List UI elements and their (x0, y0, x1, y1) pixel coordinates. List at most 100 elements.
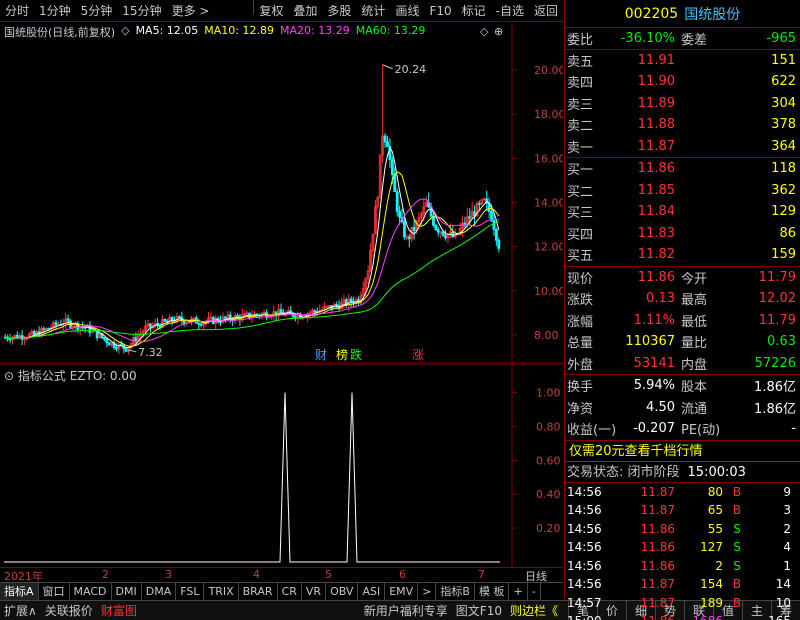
indicator-tab[interactable]: OBV (326, 582, 359, 601)
tick-count: 3 (783, 503, 791, 518)
f10-button[interactable]: 图文F10 (452, 602, 506, 619)
y-tick-label: 14.00 (534, 197, 563, 210)
candle-body (444, 234, 447, 239)
indicator-tab[interactable]: BRAR (239, 582, 278, 601)
indicator-tab[interactable]: EMV (385, 582, 419, 601)
book-volume: 364 (771, 138, 796, 154)
toolbar-stats[interactable]: 统计 (356, 0, 390, 22)
quote-value: 57226 (754, 355, 796, 371)
indicator-tab[interactable]: 模 板 (475, 582, 510, 601)
tick-volume: 55 (707, 521, 723, 536)
book-price: 11.88 (637, 117, 675, 133)
toolbar-multi-stock[interactable]: 多股 (322, 0, 356, 22)
tick-direction: S (733, 558, 741, 573)
indicator-tab[interactable]: DMA (142, 582, 177, 601)
order-book-row[interactable]: 买四 11.83 86 (565, 223, 800, 245)
order-book-row[interactable]: 卖五 11.91 151 (565, 50, 800, 72)
weibi-value: -36.10% (620, 30, 675, 46)
new-user-promo[interactable]: 新用户福利专享 (360, 602, 452, 619)
order-book-row[interactable]: 卖一 11.87 364 (565, 136, 800, 158)
y-tick-label: 0.80 (536, 420, 561, 433)
tick-count: 10 (775, 595, 791, 610)
book-volume: 129 (771, 204, 796, 220)
chart-diamond-icon[interactable]: ◇ (480, 25, 488, 38)
expand-button[interactable]: 扩展∧ (0, 602, 41, 619)
y-tick-label: 10.00 (534, 285, 563, 298)
tick-row: 14:56 11.87 154 B 14 (565, 575, 800, 594)
toolbar-5min[interactable]: 5分钟 (76, 0, 118, 22)
fund-label: 净资 (567, 401, 594, 417)
indicator-tab[interactable]: 指标B (436, 582, 475, 601)
indicator-tab[interactable]: VR (302, 582, 327, 601)
kline-svg[interactable]: 20.00 18.00 16.00 14.00 12.00 10.00 8.00 20.24 7… (0, 22, 563, 364)
sidebar-toggle[interactable]: 则边栏《 (506, 602, 562, 619)
toolbar-intraday[interactable]: 分时 (0, 0, 34, 22)
x-tick: 2 (102, 568, 109, 581)
related-quote-button[interactable]: 关联报价 (41, 602, 97, 619)
tick-time: 14:56 (567, 577, 602, 592)
toolbar-overlay[interactable]: 叠加 (288, 0, 322, 22)
quote-value: 11.79 (758, 269, 796, 285)
indicator-tab[interactable]: + (509, 582, 528, 601)
y-tick-label: 18.00 (534, 108, 563, 121)
legend-collapse-icon[interactable]: ◇ (121, 24, 129, 40)
wealth-chart-button[interactable]: 财富图 (97, 602, 141, 619)
order-book-row[interactable]: 买一 11.86 118 (565, 158, 800, 180)
toolbar-more[interactable]: 更多 > (167, 0, 215, 22)
quote-label: 总量 (567, 336, 594, 352)
quote-value: 0.63 (767, 334, 796, 350)
candle-body (403, 221, 406, 238)
tick-list[interactable]: 14:56 11.87 80 B 9 14:56 11.87 65 B 3 14:56 11.86 55… (565, 483, 800, 620)
tick-price: 11.86 (640, 540, 675, 555)
toolbar-15min[interactable]: 15分钟 (117, 0, 166, 22)
indicator-tab[interactable]: MACD (70, 582, 112, 601)
toolbar-1min[interactable]: 1分钟 (34, 0, 76, 22)
tick-price: 11.87 (640, 503, 675, 518)
toolbar-f10[interactable]: F10 (424, 0, 456, 22)
candle-body (124, 348, 128, 352)
indicator-tab[interactable]: DMI (112, 582, 142, 601)
stock-name[interactable]: 国统股份 (684, 4, 740, 24)
toolbar-remove-watchlist[interactable]: -自选 (491, 0, 529, 22)
indicator-tab[interactable]: > (418, 582, 437, 601)
order-book-row[interactable]: 买二 11.85 362 (565, 180, 800, 202)
chart-zoom-icon[interactable]: ⊕ (494, 25, 503, 38)
indicator-tab[interactable]: ASI (358, 582, 386, 601)
order-book-row[interactable]: 卖二 11.88 378 (565, 114, 800, 136)
indicator-panel[interactable]: 1.00 0.80 0.60 0.40 0.20 ⊙ 指标公式 EZTO: 0.00 (0, 363, 563, 567)
indicator-tab[interactable]: 指标A (0, 582, 39, 601)
book-level-label: 卖三 (567, 97, 594, 113)
book-price: 11.91 (637, 52, 675, 68)
candle-body (497, 239, 501, 249)
tick-time: 14:56 (567, 484, 602, 499)
indicator-tab[interactable]: - (528, 582, 541, 601)
high-marker (382, 64, 393, 70)
order-book-row[interactable]: 买三 11.84 129 (565, 201, 800, 223)
order-book-row[interactable]: 卖三 11.89 304 (565, 93, 800, 115)
tick-row: 14:57 11.87 189 B 10 (565, 594, 800, 613)
toolbar-mark[interactable]: 标记 (457, 0, 491, 22)
toolbar-draw[interactable]: 画线 (390, 0, 424, 22)
candle-body (429, 206, 433, 217)
toolbar-adjust[interactable]: 复权 (254, 0, 288, 22)
quote-value: 12.02 (758, 291, 796, 307)
toolbar-back[interactable]: 返回 (529, 0, 563, 22)
ask-book: 卖五 11.91 151 卖四 11.90 622 卖三 11.89 304 卖二 11.88 378… (565, 50, 800, 158)
tick-volume: 2 (715, 558, 723, 573)
level2-promo[interactable]: 仅需20元查看千档行情 (565, 441, 800, 462)
book-level-label: 卖一 (567, 140, 594, 156)
indicator-toggle-icon[interactable]: ⊙ (4, 369, 14, 383)
quote-value: 53141 (633, 355, 675, 371)
tick-count: 14 (775, 577, 791, 592)
kline-chart[interactable]: 20.00 18.00 16.00 14.00 12.00 10.00 8.00 20.24 7… (0, 22, 563, 364)
indicator-tab[interactable]: TRIX (204, 582, 239, 601)
indicator-tab[interactable]: CR (278, 582, 302, 601)
indicator-tab[interactable]: FSL (176, 582, 205, 601)
weicha-label: 委差 (681, 32, 708, 48)
tick-volume: 65 (707, 503, 723, 518)
event-marker: 榜 (336, 347, 348, 362)
order-book-row[interactable]: 买五 11.82 159 (565, 244, 800, 266)
indicator-tab[interactable]: 窗口 (39, 582, 70, 601)
indicator-svg[interactable]: 1.00 0.80 0.60 0.40 0.20 (0, 363, 563, 567)
order-book-row[interactable]: 卖四 11.90 622 (565, 71, 800, 93)
